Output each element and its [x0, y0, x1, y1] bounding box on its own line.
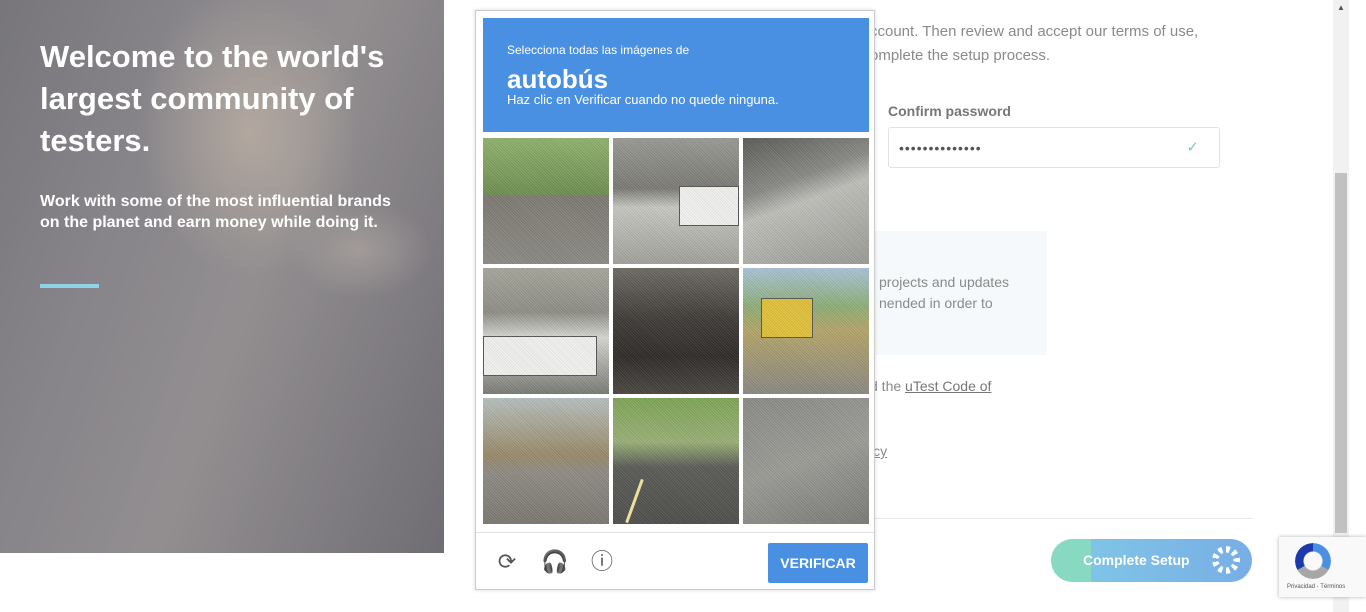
confirm-password-field[interactable]: •••••••••••••• ✓: [888, 127, 1220, 168]
captcha-image-grid: [483, 138, 869, 524]
captcha-tile-6[interactable]: [743, 268, 869, 394]
captcha-hint: Haz clic en Verificar cuando no quede ni…: [507, 92, 779, 107]
bus-image: [483, 336, 597, 376]
school-bus-image: [761, 298, 813, 338]
captcha-tile-7[interactable]: [483, 398, 609, 524]
complete-setup-label: Complete Setup: [1083, 552, 1190, 568]
code-of-conduct-link[interactable]: uTest Code of: [905, 378, 991, 394]
captcha-footer: ⟳ 🎧 ⓘ VERIFICAR: [476, 532, 874, 590]
bus-image: [679, 186, 739, 226]
scroll-up-arrow-icon[interactable]: ▲: [1333, 0, 1349, 16]
complete-setup-button[interactable]: Complete Setup: [1051, 539, 1252, 582]
captcha-header: Selecciona todas las imágenes de autobús…: [483, 18, 869, 132]
setup-intro-text: ccount. Then review and accept our terms…: [870, 23, 1199, 64]
code-of-conduct-line: d the uTest Code of: [870, 378, 991, 394]
road-line: [625, 478, 644, 524]
footer-divider: [870, 518, 1253, 519]
captcha-tile-9[interactable]: [743, 398, 869, 524]
captcha-tile-8[interactable]: [613, 398, 739, 524]
scrollbar-thumb[interactable]: [1335, 173, 1347, 533]
captcha-tile-5[interactable]: [613, 268, 739, 394]
captcha-challenge: Selecciona todas las imágenes de autobús…: [475, 10, 875, 590]
info-text: projects and updates nended in order to: [879, 274, 1009, 311]
recaptcha-links[interactable]: Privacidad - Términos: [1287, 584, 1345, 590]
hero-title: Welcome to the world's largest community…: [40, 39, 385, 158]
hero-subtitle: Work with some of the most influential b…: [40, 193, 391, 231]
captcha-instruction: Selecciona todas las imágenes de: [507, 43, 690, 57]
code-prefix: d the: [870, 378, 906, 394]
recaptcha-logo-icon: [1295, 543, 1331, 579]
verify-button[interactable]: VERIFICAR: [768, 543, 868, 583]
confirm-password-label: Confirm password: [888, 103, 1011, 119]
reload-icon[interactable]: ⟳: [494, 549, 520, 575]
hero-divider: [40, 284, 99, 288]
recaptcha-badge[interactable]: Privacidad - Términos: [1279, 537, 1366, 597]
captcha-tile-1[interactable]: [483, 138, 609, 264]
hero-panel: Welcome to the world's largest community…: [0, 0, 444, 553]
info-icon[interactable]: ⓘ: [589, 549, 615, 575]
captcha-tile-3[interactable]: [743, 138, 869, 264]
captcha-target: autobús: [507, 64, 609, 94]
captcha-tile-2[interactable]: [613, 138, 739, 264]
captcha-tile-4[interactable]: [483, 268, 609, 394]
loading-spinner-icon: [1212, 546, 1240, 574]
check-icon: ✓: [1186, 139, 1199, 156]
confirm-password-value: ••••••••••••••: [899, 140, 982, 156]
headphones-icon[interactable]: 🎧: [541, 549, 568, 575]
